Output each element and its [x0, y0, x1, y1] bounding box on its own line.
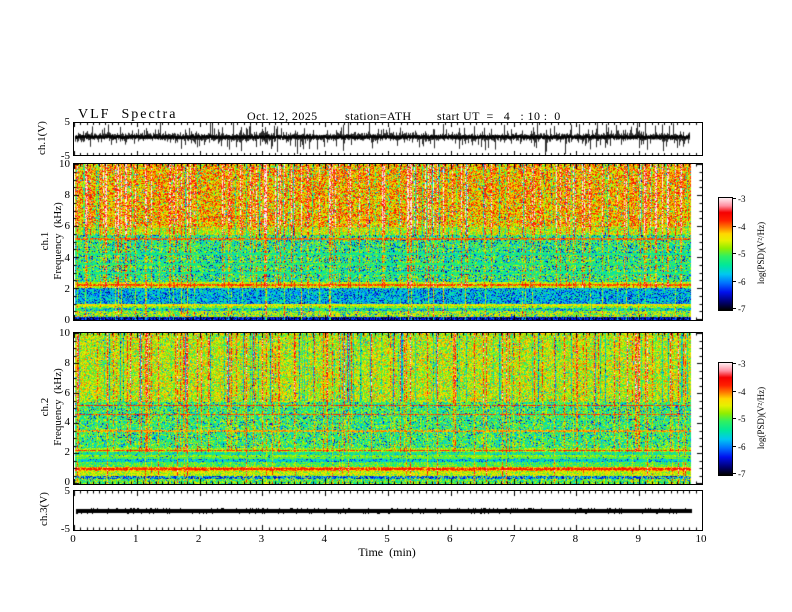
- ch3-voltage-axis-title: ch.3(V): [38, 492, 50, 526]
- panel-ch1-spectrogram: [73, 163, 703, 321]
- colorbar2-tick-label-1: -4: [738, 386, 746, 397]
- time-tick-label-2: 2: [195, 533, 202, 545]
- figure-title: VLF Spectra: [78, 107, 178, 122]
- spec1-freq-tick-label-5: 0: [64, 314, 71, 326]
- colorbar2-tick-1: [732, 390, 736, 392]
- colorbar1-tick-4: [732, 308, 736, 309]
- spec2-freq-tick-label-0: 10: [59, 327, 70, 339]
- spec1-freq-tick-label-2: 6: [64, 220, 71, 233]
- colorbar1-tick-3: [732, 280, 736, 282]
- wave1-volt-tick-label-0: 5: [64, 116, 71, 128]
- time-tick-label-6: 6: [447, 533, 453, 545]
- wave3-volt-tick-label-1: -5: [60, 523, 70, 535]
- colorbar2-tick-label-2: -5: [738, 414, 746, 424]
- spec2-freq-tick-label-1: 8: [64, 356, 71, 369]
- time-tick-label-8: 8: [572, 533, 579, 545]
- time-tick-label-4: 4: [321, 533, 327, 545]
- time-tick-label-10: 10: [695, 533, 707, 545]
- panel-ch2-spectrogram: [73, 332, 703, 485]
- spec2-freq-tick-label-4: 2: [64, 446, 71, 459]
- spec2-freq-tick-label-3: 4: [64, 416, 71, 429]
- ch3-waveform-canvas: [74, 491, 702, 530]
- colorbar1-tick-1: [732, 225, 736, 227]
- wave1-volt-tick-label-1: -5: [60, 150, 70, 162]
- colorbar1-tick-0: [732, 198, 736, 199]
- time-tick-label-3: 3: [258, 533, 265, 545]
- time-tick-label-9: 9: [635, 533, 641, 545]
- colorbar1-tick-label-1: -4: [738, 221, 746, 232]
- panel-ch1-waveform: [73, 122, 703, 156]
- spec1-freq-tick-label-1: 8: [64, 189, 71, 202]
- colorbar2-tick-4: [732, 473, 736, 474]
- spec1-freq-tick-label-3: 4: [64, 251, 71, 264]
- colorbar1-tick-label-2: -5: [738, 249, 746, 259]
- colorbar2-tick-2: [732, 418, 736, 419]
- spec1-freq-tick-label-4: 2: [64, 282, 71, 295]
- colorbar2-tick-label-4: -7: [738, 469, 746, 479]
- time-axis-title: Time (min): [358, 545, 416, 559]
- colorbar-ch2-title: log(PSD)(V²/Hz): [756, 386, 766, 450]
- time-tick-label-1: 1: [133, 533, 139, 545]
- colorbar1-tick-2: [732, 253, 736, 254]
- vlf-spectra-figure: VLF Spectra Oct. 12, 2025 station=ATH st…: [0, 0, 792, 612]
- spec2-freq-tick-label-2: 6: [64, 386, 71, 399]
- colorbar1-tick-label-0: -3: [738, 194, 746, 204]
- colorbar-ch2: [718, 362, 733, 476]
- colorbar1-tick-label-3: -6: [738, 276, 746, 287]
- panel-ch3-waveform: [73, 490, 703, 531]
- wave3-volt-tick-label-0: 5: [64, 485, 71, 497]
- colorbar1-tick-label-4: -7: [738, 304, 746, 314]
- colorbar2-tick-label-3: -6: [738, 441, 746, 452]
- colorbar2-tick-0: [732, 363, 736, 364]
- time-tick-label-7: 7: [509, 533, 516, 545]
- colorbar2-tick-3: [732, 445, 736, 447]
- ch2-spectrogram-canvas: [74, 333, 702, 484]
- time-tick-label-5: 5: [384, 533, 390, 545]
- ch1-spectrogram-canvas: [74, 164, 702, 320]
- colorbar2-tick-label-0: -3: [738, 359, 746, 369]
- colorbar-ch1: [718, 197, 733, 311]
- ch1-waveform-canvas: [74, 123, 702, 155]
